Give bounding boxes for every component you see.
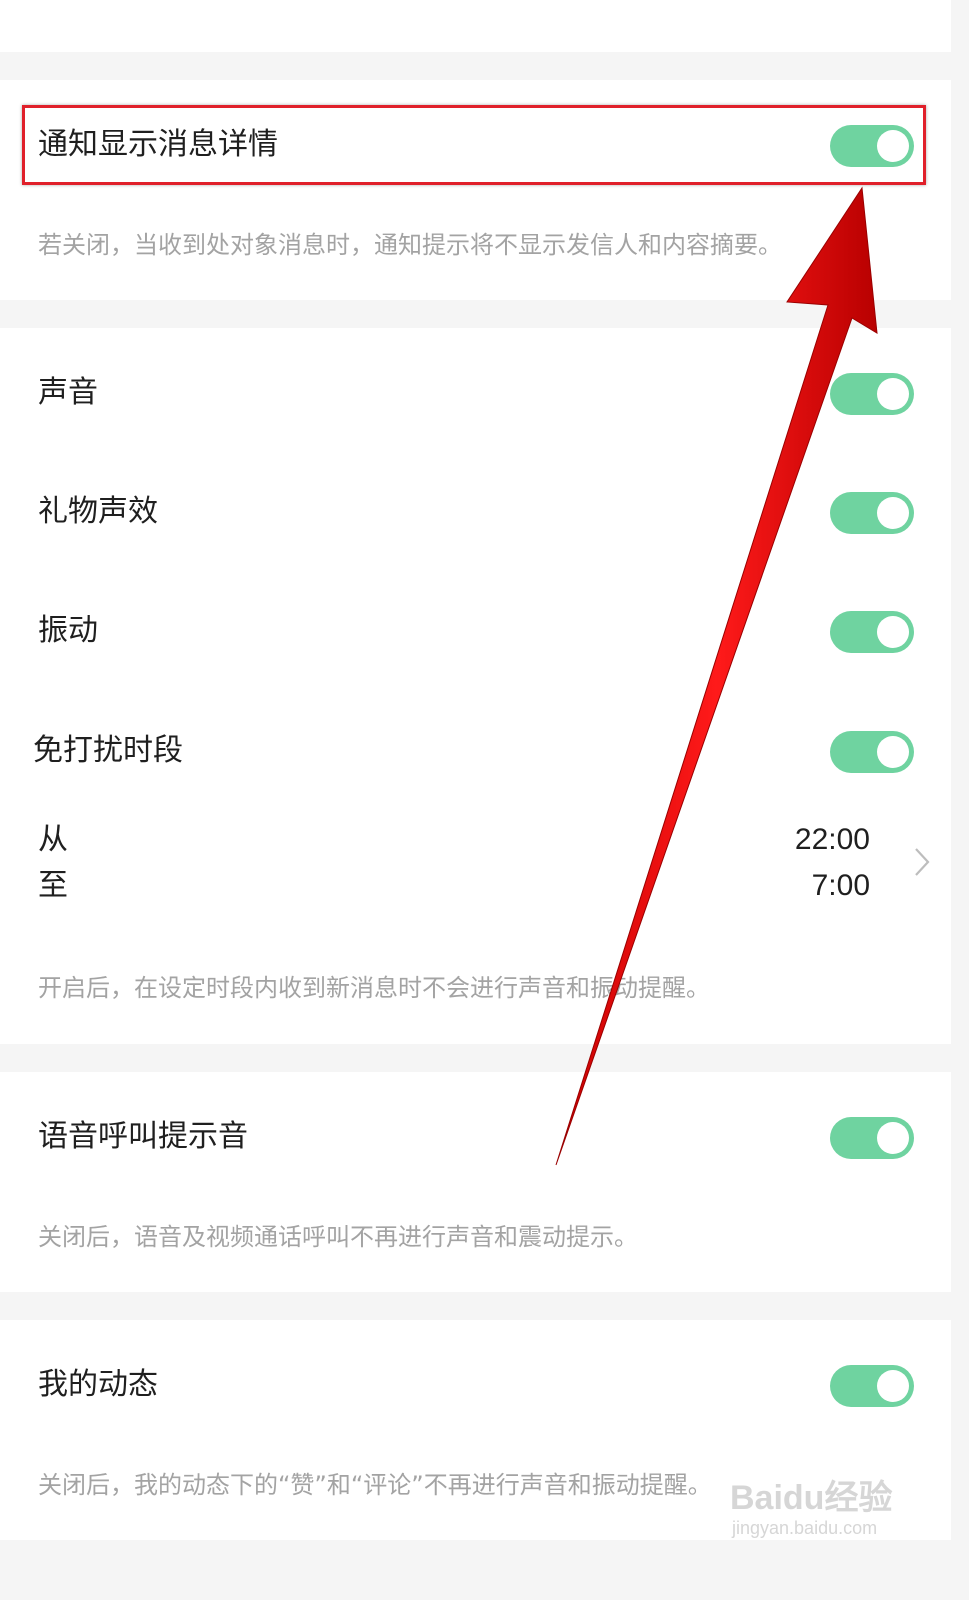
watermark-url-text: jingyan.baidu.com [732,1518,878,1538]
annotation-arrow-icon [555,186,878,1166]
watermark-logo-text: Baidu经验 [730,1479,893,1517]
baidu-jingyan-watermark: Baidu经验 jingyan.baidu.com [730,1462,930,1552]
